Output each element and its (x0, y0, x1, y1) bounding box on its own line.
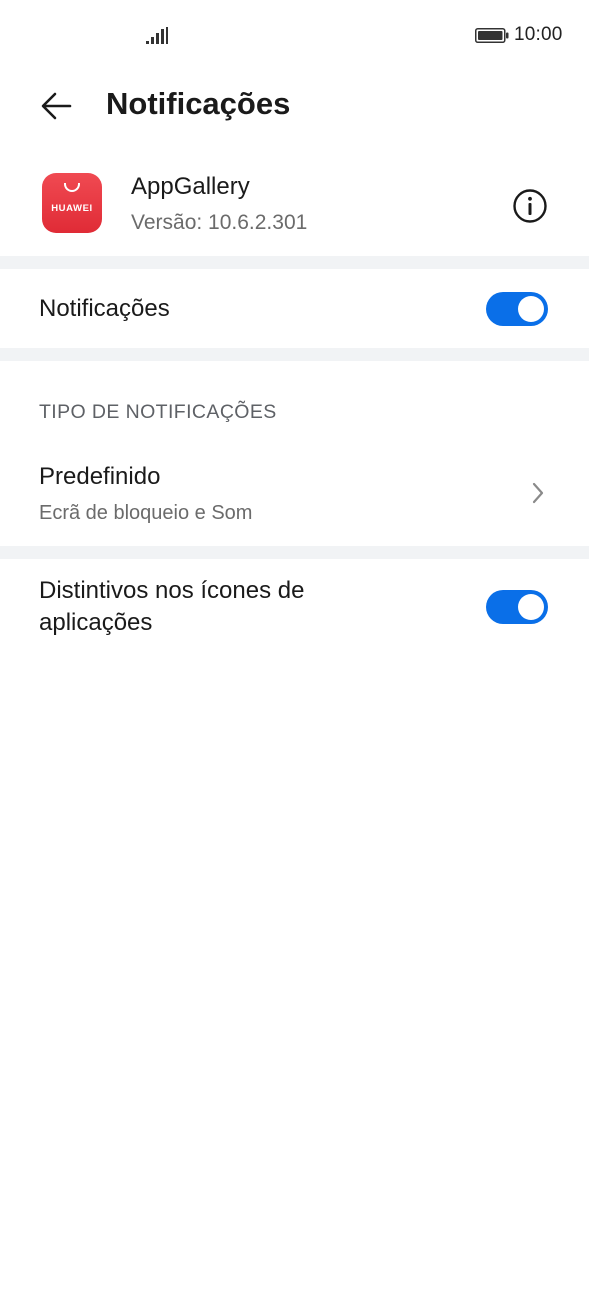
app-info-row: HUAWEI AppGallery Versão: 10.6.2.301 (0, 160, 589, 256)
battery-icon (475, 28, 509, 43)
arrow-left-icon (41, 92, 72, 120)
status-bar: 10:00 (0, 0, 589, 72)
badges-switch[interactable] (486, 590, 548, 624)
app-version: Versão: 10.6.2.301 (131, 211, 308, 234)
notifications-label: Notificações (39, 295, 170, 322)
switch-knob (518, 296, 544, 322)
badges-label-line1: Distintivos nos ícones de (39, 577, 305, 604)
signal-icon (146, 27, 168, 44)
info-icon (513, 189, 547, 223)
app-bar: Notificações (0, 72, 589, 140)
notifications-toggle-row[interactable]: Notificações (0, 269, 589, 348)
app-info-button[interactable] (511, 187, 549, 225)
section-divider (0, 256, 589, 269)
notifications-switch[interactable] (486, 292, 548, 326)
predefined-row[interactable]: Predefinido Ecrã de bloqueio e Som (0, 448, 589, 546)
app-icon-badges-row[interactable]: Distintivos nos ícones de aplicações (0, 559, 589, 655)
bag-smile-icon (64, 183, 80, 192)
app-icon-brand: HUAWEI (51, 203, 93, 214)
section-header: TIPO DE NOTIFICAÇÕES (39, 401, 277, 423)
section-divider (0, 546, 589, 559)
back-button[interactable] (36, 86, 80, 126)
app-name: AppGallery (131, 173, 250, 200)
badges-label-line2: aplicações (39, 609, 153, 636)
page-title: Notificações (106, 86, 291, 121)
status-time: 10:00 (514, 24, 563, 45)
section-divider (0, 348, 589, 361)
chevron-right-icon (532, 482, 544, 504)
appgallery-app-icon: HUAWEI (42, 173, 102, 233)
predefined-subtitle: Ecrã de bloqueio e Som (39, 502, 253, 524)
predefined-label: Predefinido (39, 463, 161, 490)
switch-knob (518, 594, 544, 620)
